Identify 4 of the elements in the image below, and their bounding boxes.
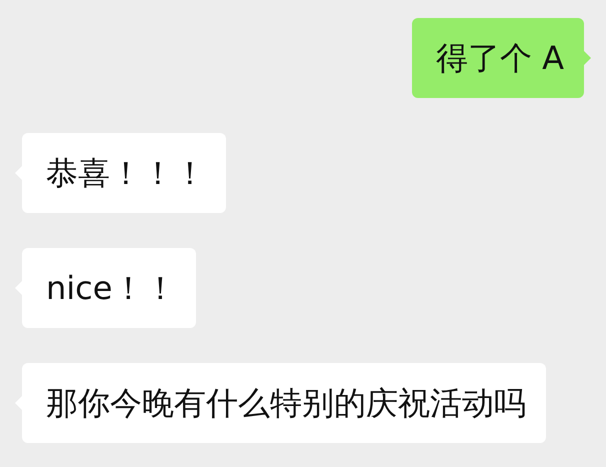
message-bubble: 得了个 A [412,18,584,98]
message-bubble: 恭喜！！！ [22,133,226,213]
message-bubble: nice！！ [22,248,196,328]
message-bubble: 那你今晚有什么特别的庆祝活动吗 [22,363,546,443]
